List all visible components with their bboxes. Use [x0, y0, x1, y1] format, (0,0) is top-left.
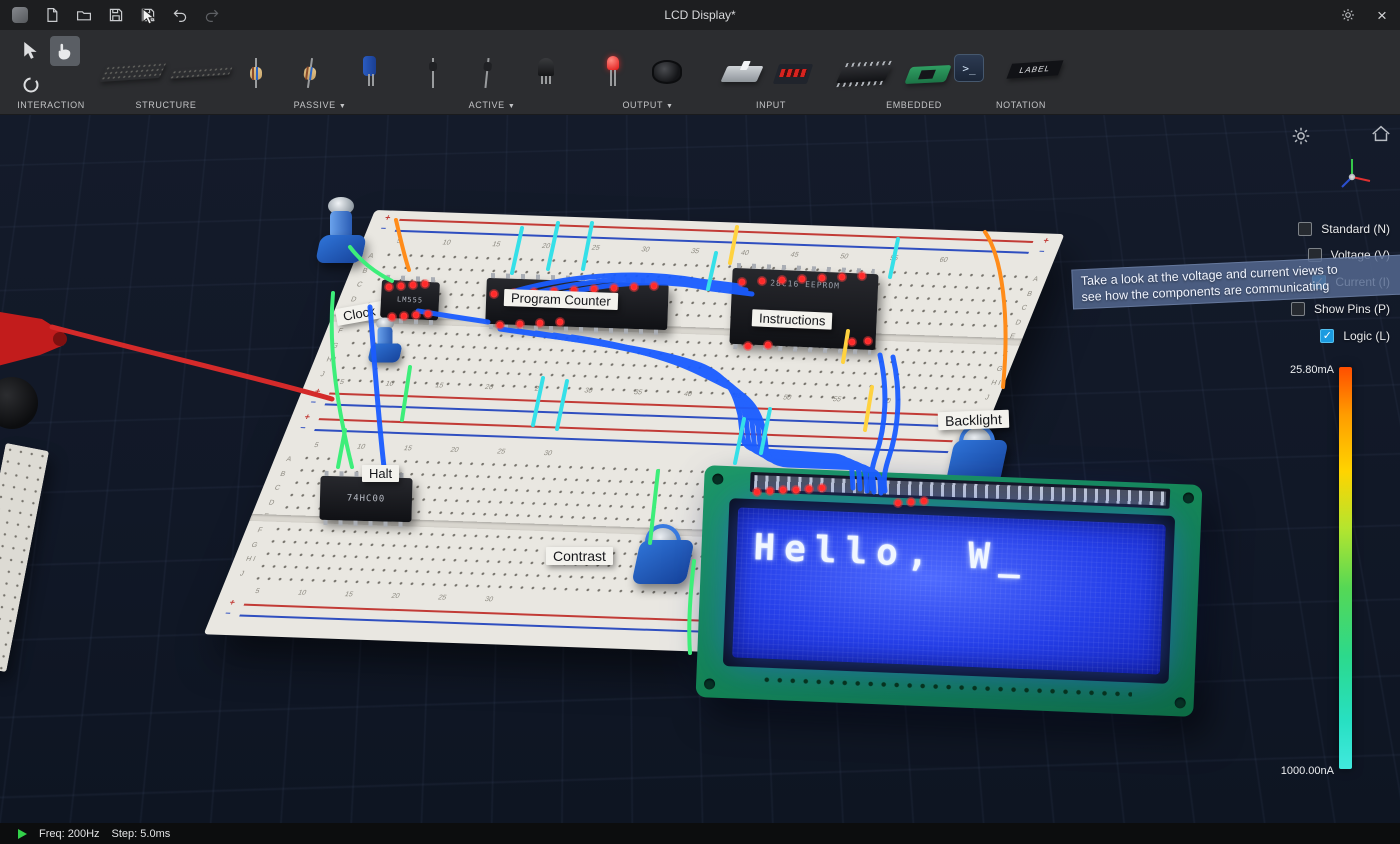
section-label-input: INPUT [716, 100, 826, 110]
hand-tool[interactable] [50, 36, 80, 66]
tag-contrast[interactable]: Contrast [546, 547, 613, 565]
section-active: ACTIVE ▼ [404, 30, 580, 115]
buzzer-component[interactable] [652, 60, 682, 84]
clock-potentiometer[interactable] [318, 235, 364, 263]
statusbar: Freq: 200Hz Step: 5.0ms [0, 823, 1400, 844]
ic-74hc00[interactable]: 74HC00 [319, 476, 412, 522]
breadboard-component[interactable] [104, 64, 162, 80]
new-file-icon[interactable] [42, 5, 62, 25]
column-numbers: 5 10 15 20 25 30 [254, 588, 494, 603]
option-standard[interactable]: Standard (N) [1298, 220, 1390, 238]
output-dropdown-icon[interactable]: ▼ [666, 103, 674, 110]
save-icon[interactable] [106, 5, 126, 25]
close-icon[interactable]: × [1372, 5, 1392, 25]
passive-dropdown-icon[interactable]: ▼ [339, 103, 347, 110]
diode-component-2[interactable] [484, 58, 490, 88]
show-pins-checkbox[interactable] [1291, 302, 1305, 316]
label-tag-component[interactable]: LABEL [1010, 62, 1060, 77]
section-label-notation: NOTATION [946, 100, 1096, 110]
terminal-glyph: >_ [954, 54, 984, 82]
red-probe[interactable] [0, 293, 72, 371]
contrast-potentiometer[interactable] [636, 540, 690, 584]
tag-instructions[interactable]: Instructions [752, 309, 833, 329]
ic-lm555[interactable]: LM555 [380, 280, 440, 321]
transistor-component[interactable] [538, 58, 554, 76]
standard-checkbox[interactable] [1298, 222, 1312, 236]
cursor-tool[interactable] [18, 38, 44, 64]
option-show-pins[interactable]: Show Pins (P) [1291, 300, 1390, 318]
titlebar: LCD Display* × [0, 0, 1400, 30]
label-tag-text: LABEL [1006, 60, 1063, 78]
resistor-component[interactable] [254, 58, 258, 88]
section-output: OUTPUT ▼ [580, 30, 716, 115]
section-label-passive[interactable]: PASSIVE ▼ [236, 100, 404, 110]
diode-component[interactable] [430, 58, 436, 88]
play-icon[interactable] [18, 829, 27, 839]
scene-viewport[interactable]: ++ −− 5 10 15 20 25 30 35 40 45 50 55 60… [0, 115, 1400, 823]
tag-backlight[interactable]: Backlight [938, 410, 1009, 430]
small-potentiometer[interactable] [369, 343, 400, 362]
section-notation: >_ LABEL NOTATION [946, 30, 1096, 115]
section-structure: STRUCTURE [96, 30, 236, 115]
ic-lm555-label: LM555 [397, 295, 423, 304]
tag-halt[interactable]: Halt [362, 465, 399, 482]
led-component[interactable] [606, 56, 620, 88]
active-dropdown-icon[interactable]: ▼ [508, 103, 516, 110]
section-interaction: INTERACTION [6, 30, 96, 115]
loop-tool[interactable] [18, 72, 44, 98]
ic-eeprom-label: 28C16 EEPROM [770, 279, 840, 291]
redo-icon[interactable] [202, 5, 222, 25]
scale-min-label: 1000.00nA [1270, 765, 1334, 777]
dip-switch-component[interactable] [776, 64, 810, 84]
mouse-cursor [142, 9, 156, 30]
home-icon[interactable] [1370, 123, 1392, 150]
output-label-text: OUTPUT [622, 100, 662, 110]
section-label-active[interactable]: ACTIVE ▼ [404, 100, 580, 110]
status-step: Step: 5.0ms [112, 828, 171, 840]
passive-label-text: PASSIVE [294, 100, 336, 110]
component-toolbar: INTERACTION STRUCTURE PASSIVE ▼ ACTIVE ▼… [0, 30, 1400, 115]
open-folder-icon[interactable] [74, 5, 94, 25]
rail-strip-component[interactable] [172, 68, 230, 77]
show-pins-label[interactable]: Show Pins (P) [1314, 302, 1390, 316]
logic-label[interactable]: Logic (L) [1343, 329, 1390, 343]
section-label-interaction: INTERACTION [6, 100, 96, 110]
scale-max-label: 25.80mA [1278, 364, 1334, 376]
status-freq: Freq: 200Hz [39, 828, 100, 840]
lcd-module[interactable]: Hello, W_ [696, 465, 1203, 717]
active-label-text: ACTIVE [469, 100, 505, 110]
resistor-component-2[interactable] [308, 58, 312, 88]
ic-chip-component[interactable] [840, 66, 888, 82]
app-logo-icon [10, 5, 30, 25]
capacitor-component[interactable] [362, 56, 376, 86]
undo-icon[interactable] [170, 5, 190, 25]
terminal-note-component[interactable]: >_ [954, 54, 984, 82]
standard-label[interactable]: Standard (N) [1321, 222, 1390, 236]
microcontroller-component[interactable] [908, 66, 948, 83]
app-window: LCD Display* × INTERACTION [0, 0, 1400, 844]
axis-gizmo[interactable] [1330, 153, 1374, 202]
option-logic[interactable]: Logic (L) [1320, 327, 1390, 345]
slide-switch-component[interactable] [724, 66, 760, 82]
viewport-settings-icon[interactable] [1290, 125, 1312, 152]
section-label-structure: STRUCTURE [96, 100, 236, 110]
logic-checkbox[interactable] [1320, 329, 1334, 343]
ic-74hc00-label: 74HC00 [347, 493, 386, 504]
lcd-bezel: Hello, W_ [723, 498, 1175, 684]
section-label-output[interactable]: OUTPUT ▼ [580, 100, 716, 110]
current-scale-bar [1339, 367, 1352, 769]
section-passive: PASSIVE ▼ [236, 30, 404, 115]
section-input: INPUT [716, 30, 826, 115]
settings-gear-icon[interactable] [1338, 5, 1358, 25]
